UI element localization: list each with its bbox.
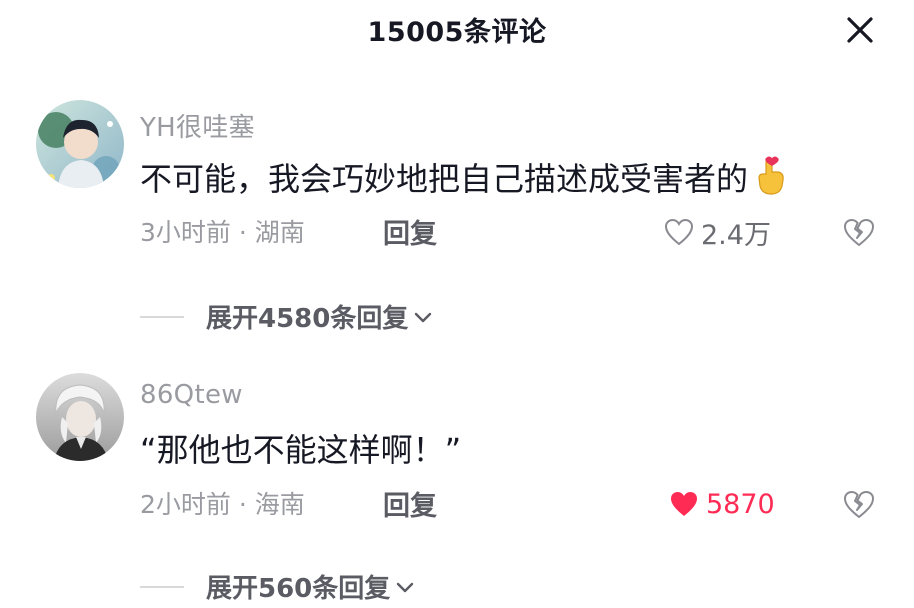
expand-replies-button[interactable]: 展开560条回复 [140,568,416,605]
like-count: 2.4万 [701,219,771,251]
expand-replies-label: 展开560条回复 [206,574,391,604]
reply-button[interactable]: 回复 [383,484,437,523]
close-icon[interactable] [842,12,878,48]
time-location: 2小时前 · 海南 [140,490,305,519]
finger-heart-emoji-icon [752,156,788,204]
expand-replies-label: 展开4580条回复 [206,304,409,334]
comments-header: 15005条评论 [0,0,914,60]
comment-text-body: 不可能，我会巧妙地把自己描述成受害者的 [140,160,749,198]
avatar[interactable] [36,373,124,461]
broken-heart-icon[interactable] [842,215,876,249]
broken-heart-icon[interactable] [842,487,876,521]
time-location: 3小时前 · 湖南 [140,218,305,247]
like-button[interactable]: 5870 [668,486,775,522]
username[interactable]: 86Qtew [140,380,243,410]
heart-filled-icon [671,492,697,516]
divider-line [140,585,184,588]
reply-button[interactable]: 回复 [383,212,437,251]
divider-line [140,315,184,318]
username[interactable]: YH很哇塞 [140,107,255,144]
chevron-down-icon [397,582,414,592]
like-count: 5870 [706,488,775,520]
chevron-down-icon [415,312,432,322]
comment-text: “那他也不能这样啊！” [140,431,462,469]
avatar[interactable] [36,100,124,188]
comment-count-title: 15005条评论 [367,17,547,48]
heart-outline-icon [664,218,694,246]
like-button[interactable]: 2.4万 [663,214,771,251]
comment-text: 不可能，我会巧妙地把自己描述成受害者的 [140,154,788,204]
expand-replies-button[interactable]: 展开4580条回复 [140,298,434,335]
